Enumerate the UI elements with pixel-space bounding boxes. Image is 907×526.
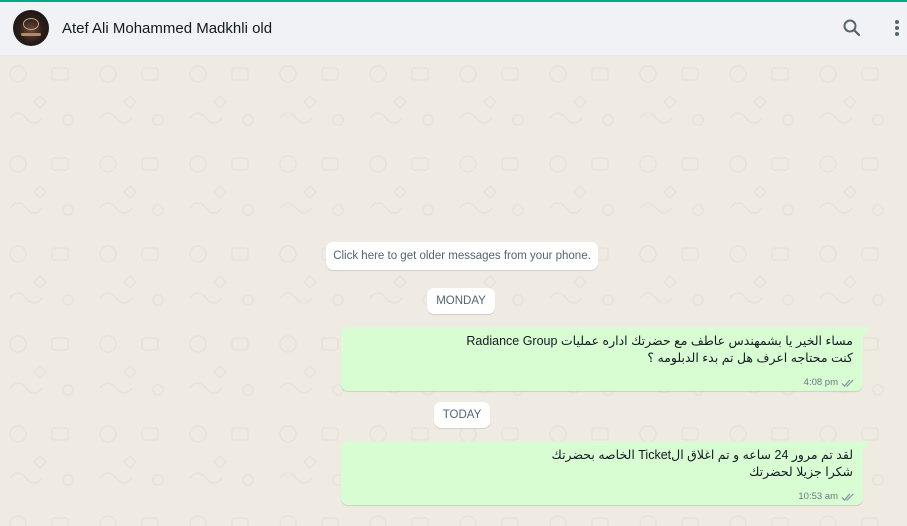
menu-button[interactable] <box>885 16 907 40</box>
chat-header: Atef Ali Mohammed Madkhli old <box>0 2 907 56</box>
message-text: لقد تم مرور 24 ساعه و تم اغلاق الTicket … <box>552 447 853 481</box>
contact-avatar[interactable] <box>13 10 49 46</box>
message-line: شكرا جزيلا لحضرتك <box>749 465 853 479</box>
message-text: مساء الخير يا بشمهندس عاطف مع حضرتك ادار… <box>466 333 853 367</box>
message-time: 10:53 am <box>798 491 838 502</box>
outgoing-message[interactable]: مساء الخير يا بشمهندس عاطف مع حضرتك ادار… <box>341 327 871 391</box>
double-check-icon <box>841 493 854 501</box>
avatar-logo-base <box>21 33 41 36</box>
chat-panel[interactable]: Click here to get older messages from yo… <box>0 56 907 526</box>
contact-name[interactable]: Atef Ali Mohammed Madkhli old <box>62 20 272 37</box>
double-check-icon <box>841 379 854 387</box>
search-icon <box>843 19 861 37</box>
day-separator-today: TODAY <box>434 402 490 428</box>
message-meta: 4:08 pm <box>804 377 855 388</box>
avatar-logo-ring <box>23 18 39 30</box>
message-line: مساء الخير يا بشمهندس عاطف مع حضرتك ادار… <box>466 334 853 348</box>
message-time: 4:08 pm <box>803 377 838 388</box>
whatsapp-window: Atef Ali Mohammed Madkhli old Click here… <box>0 0 907 526</box>
message-line: لقد تم مرور 24 ساعه و تم اغلاق الTicket … <box>551 448 853 462</box>
more-vertical-icon <box>895 20 899 36</box>
message-line: كنت محتاجه اعرف هل تم بدء الدبلومه ؟ <box>647 351 853 365</box>
older-messages-notice[interactable]: Click here to get older messages from yo… <box>326 242 598 270</box>
message-meta: 10:53 am <box>798 491 855 502</box>
outgoing-message[interactable]: لقد تم مرور 24 ساعه و تم اغلاق الTicket … <box>341 441 871 505</box>
search-button[interactable] <box>840 16 864 40</box>
day-separator-monday: MONDAY <box>427 288 495 314</box>
